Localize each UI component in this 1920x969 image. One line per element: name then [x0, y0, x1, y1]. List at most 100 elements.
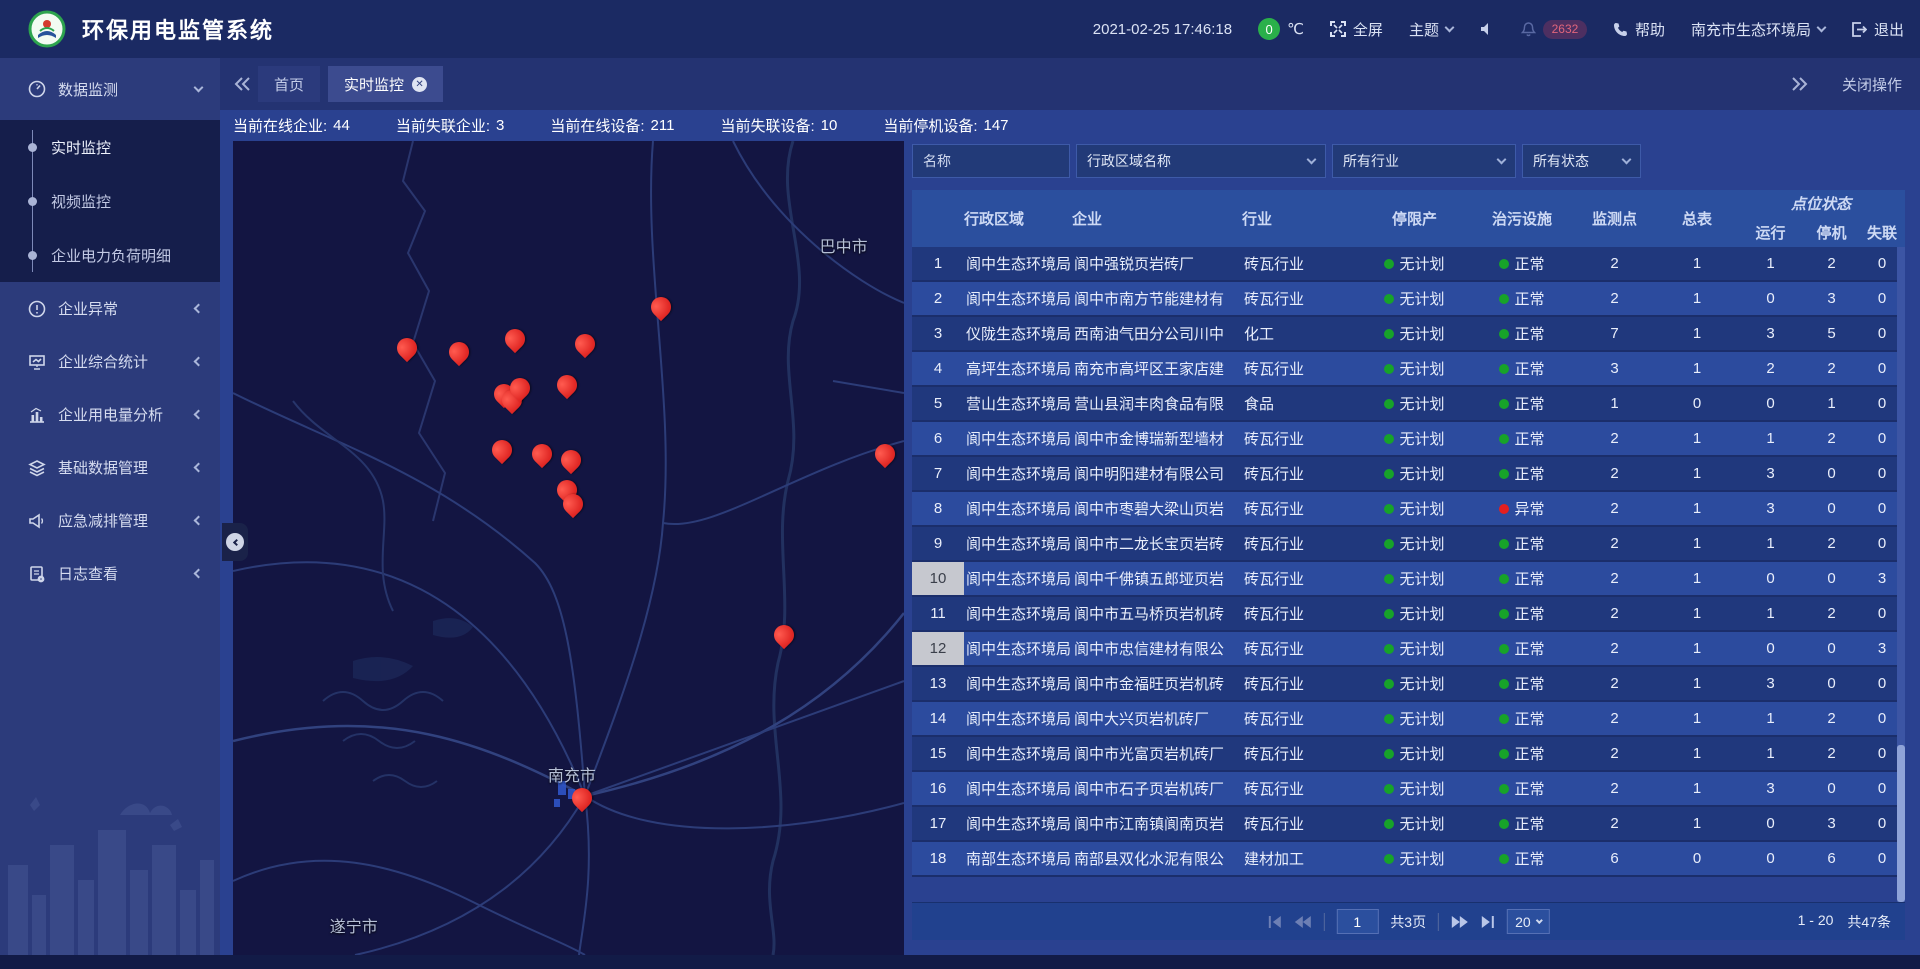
map-pin[interactable] [572, 788, 592, 808]
region-select[interactable]: 行政区域名称 [1076, 144, 1326, 178]
logout-button[interactable]: 退出 [1851, 19, 1904, 40]
map-pin[interactable] [397, 338, 417, 358]
table-row[interactable]: 3仪陇生态环境局西南油气田分公司川中化工无计划正常71350 [912, 317, 1905, 352]
help-button[interactable]: 帮助 [1613, 19, 1665, 40]
cell-region: 阆中生态环境局 [964, 492, 1072, 525]
cell-meter: 0 [1657, 387, 1737, 420]
sidebar-item-emergency-reduction[interactable]: 应急减排管理 [0, 494, 220, 547]
sidebar-item-video-monitor[interactable]: 视频监控 [0, 174, 220, 228]
map-pin[interactable] [563, 494, 583, 514]
map-pin[interactable] [557, 375, 577, 395]
sidebar-collapse-handle[interactable] [222, 523, 248, 561]
table-row[interactable]: 17阆中生态环境局阆中市江南镇阆南页岩砖瓦行业无计划正常21030 [912, 807, 1905, 842]
tab-home[interactable]: 首页 [258, 66, 320, 102]
table-row[interactable]: 6阆中生态环境局阆中市金博瑞新型墙材砖瓦行业无计划正常21120 [912, 422, 1905, 457]
status-dot-icon [1499, 784, 1509, 794]
status-dot-icon [1499, 469, 1509, 479]
cell-index: 3 [912, 317, 964, 350]
tab-realtime-monitor[interactable]: 实时监控 ✕ [328, 66, 443, 102]
cell-meter: 1 [1657, 632, 1737, 665]
cell-region: 阆中生态环境局 [964, 422, 1072, 455]
logout-label: 退出 [1874, 19, 1904, 40]
speaker-icon[interactable] [1479, 21, 1495, 37]
cell-industry: 砖瓦行业 [1242, 597, 1357, 630]
map-pin[interactable] [774, 625, 794, 645]
table-row[interactable]: 15阆中生态环境局阆中市光富页岩机砖厂砖瓦行业无计划正常21120 [912, 737, 1905, 772]
close-operations-button[interactable]: 关闭操作 [1842, 74, 1902, 95]
sidebar-item-data-monitor[interactable]: 数据监测 [0, 58, 220, 120]
sidebar-item-power-load-detail[interactable]: 企业电力负荷明细 [0, 228, 220, 282]
table-row[interactable]: 14阆中生态环境局阆中大兴页岩机砖厂砖瓦行业无计划正常21120 [912, 702, 1905, 737]
cell-stop: 0 [1804, 772, 1859, 805]
map-pin[interactable] [492, 440, 512, 460]
cell-stop: 3 [1804, 282, 1859, 315]
table-row[interactable]: 16阆中生态环境局阆中市石子页岩机砖厂砖瓦行业无计划正常21300 [912, 772, 1905, 807]
cell-index: 16 [912, 772, 964, 805]
cell-region: 阆中生态环境局 [964, 667, 1072, 700]
map-pin[interactable] [651, 297, 671, 317]
city-label: 巴中市 [820, 233, 868, 257]
sidebar-item-realtime-monitor[interactable]: 实时监控 [0, 120, 220, 174]
name-search-input[interactable] [912, 144, 1070, 178]
cell-facility: 正常 [1472, 737, 1572, 770]
table-row[interactable]: 12阆中生态环境局阆中市忠信建材有限公砖瓦行业无计划正常21003 [912, 632, 1905, 667]
table-scrollbar[interactable] [1897, 247, 1905, 902]
notifications[interactable]: 2632 [1521, 20, 1587, 39]
cell-region: 仪陇生态环境局 [964, 317, 1072, 350]
page-size-select[interactable]: 20 [1507, 909, 1550, 934]
status-dot-icon [1499, 539, 1509, 549]
map-pin[interactable] [875, 444, 895, 464]
next-page-button[interactable] [1451, 915, 1469, 929]
city-label: 南充市 [548, 762, 596, 786]
scrollbar-thumb[interactable] [1897, 745, 1905, 902]
column-header-lost: 失联 [1859, 217, 1905, 247]
cell-meter: 1 [1657, 667, 1737, 700]
map[interactable]: 巴中市南充市遂宁市 [233, 141, 904, 955]
close-icon[interactable]: ✕ [412, 77, 427, 92]
stat-label: 当前在线设备: [550, 115, 644, 136]
table-row[interactable]: 2阆中生态环境局阆中市南方节能建材有砖瓦行业无计划正常21030 [912, 282, 1905, 317]
sidebar-item-logs[interactable]: 日志查看 [0, 547, 220, 600]
tabs-scroll-left-button[interactable] [234, 77, 250, 91]
tabs-scroll-right-button[interactable] [1792, 77, 1808, 91]
sidebar-item-power-analysis[interactable]: 企业用电量分析 [0, 388, 220, 441]
fullscreen-button[interactable]: 全屏 [1330, 19, 1383, 40]
org-menu[interactable]: 南充市生态环境局 [1691, 19, 1825, 40]
sidebar-item-label: 企业综合统计 [58, 351, 195, 372]
status-select[interactable]: 所有状态 [1522, 144, 1641, 178]
table-row[interactable]: 4高坪生态环境局南充市高坪区王家店建砖瓦行业无计划正常31220 [912, 352, 1905, 387]
industry-select[interactable]: 所有行业 [1332, 144, 1516, 178]
table-row[interactable]: 1阆中生态环境局阆中强锐页岩砖厂砖瓦行业无计划正常21120 [912, 247, 1905, 282]
table-row[interactable]: 7阆中生态环境局阆中明阳建材有限公司砖瓦行业无计划正常21300 [912, 457, 1905, 492]
chevron-down-icon [194, 82, 204, 92]
cell-run: 1 [1737, 527, 1804, 560]
cell-facility: 正常 [1472, 632, 1572, 665]
table-row[interactable]: 5营山生态环境局营山县润丰肉食品有限食品无计划正常10010 [912, 387, 1905, 422]
table-row[interactable]: 8阆中生态环境局阆中市枣碧大梁山页岩砖瓦行业无计划异常21300 [912, 492, 1905, 527]
first-page-button[interactable] [1267, 915, 1281, 929]
cell-stop: 5 [1804, 317, 1859, 350]
theme-menu[interactable]: 主题 [1409, 19, 1453, 40]
map-pin[interactable] [510, 378, 530, 398]
cell-facility: 正常 [1472, 702, 1572, 735]
chevron-down-icon [1497, 154, 1507, 164]
sidebar-item-base-data[interactable]: 基础数据管理 [0, 441, 220, 494]
table-row[interactable]: 11阆中生态环境局阆中市五马桥页岩机砖砖瓦行业无计划正常21120 [912, 597, 1905, 632]
map-pin[interactable] [575, 334, 595, 354]
sidebar-item-enterprise-statistics[interactable]: 企业综合统计 [0, 335, 220, 388]
table-row[interactable]: 13阆中生态环境局阆中市金福旺页岩机砖砖瓦行业无计划正常21300 [912, 667, 1905, 702]
prev-page-button[interactable] [1293, 915, 1311, 929]
last-page-button[interactable] [1481, 915, 1495, 929]
pin-icon [488, 436, 516, 464]
column-header-monitor: 监测点 [1572, 190, 1657, 247]
table-row[interactable]: 9阆中生态环境局阆中市二龙长宝页岩砖砖瓦行业无计划正常21120 [912, 527, 1905, 562]
map-pin[interactable] [561, 450, 581, 470]
table-row[interactable]: 18南部生态环境局南部县双化水泥有限公建材加工无计划正常60060 [912, 842, 1905, 877]
sidebar-item-enterprise-abnormal[interactable]: 企业异常 [0, 282, 220, 335]
page-number-input[interactable] [1336, 909, 1378, 934]
map-pin[interactable] [505, 329, 525, 349]
map-pin[interactable] [449, 342, 469, 362]
map-pin[interactable] [532, 444, 552, 464]
table-row[interactable]: 10阆中生态环境局阆中千佛镇五郎垭页岩砖瓦行业无计划正常21003 [912, 562, 1905, 597]
cell-industry: 砖瓦行业 [1242, 247, 1357, 280]
